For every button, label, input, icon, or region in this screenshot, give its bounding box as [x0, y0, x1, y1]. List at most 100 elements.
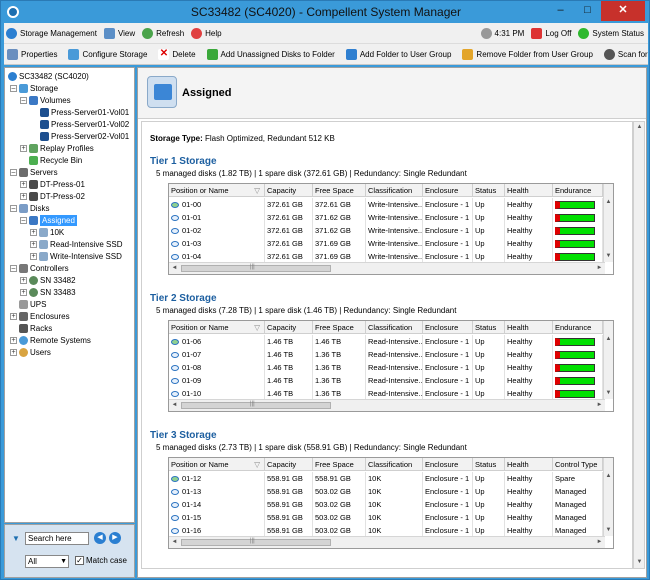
column-header[interactable]: Health [505, 321, 553, 334]
table-row[interactable]: 01-14 558.91 GB 503.02 GB 10K Enclosure - 1 U… [169, 498, 603, 511]
expand-toggle[interactable]: + [20, 193, 27, 200]
scroll-thumb[interactable] [181, 264, 331, 272]
scroll-thumb[interactable] [181, 401, 331, 409]
tree-node-controllers[interactable]: – Controllers [10, 263, 69, 274]
search-previous-icon[interactable]: ◀ [94, 532, 106, 544]
properties-button[interactable]: Properties [7, 48, 57, 60]
expand-toggle[interactable]: + [10, 313, 17, 320]
scroll-down-icon[interactable]: ▼ [635, 558, 644, 567]
table-horizontal-scrollbar[interactable]: ◄► [169, 262, 605, 274]
tree-node-volume[interactable]: Press-Server02-Vol01 [40, 131, 129, 142]
column-header[interactable]: Free Space [313, 321, 366, 334]
table-horizontal-scrollbar[interactable]: ◄► [169, 399, 605, 411]
column-header[interactable]: Free Space [313, 184, 366, 197]
column-header[interactable]: Enclosure [423, 458, 473, 471]
scroll-left-icon[interactable]: ◄ [170, 264, 179, 273]
expand-toggle[interactable]: + [30, 253, 37, 260]
column-header[interactable]: Capacity [265, 321, 313, 334]
tree-node-assigned[interactable]: – Assigned [20, 215, 77, 226]
table-row[interactable]: 01-06 1.46 TB 1.46 TB Read-Intensive... Encl… [169, 335, 603, 348]
scroll-up-icon[interactable]: ▲ [604, 472, 613, 481]
scroll-left-icon[interactable]: ◄ [170, 538, 179, 547]
scan-for-disks-button[interactable]: Scan for Disks [603, 48, 650, 60]
tree-node-racks[interactable]: Racks [19, 323, 52, 334]
table-vertical-scrollbar[interactable]: ▲ ▼ [603, 321, 613, 399]
tree-node-ups[interactable]: UPS [19, 299, 46, 310]
expand-toggle[interactable]: + [10, 349, 17, 356]
tree-node-system[interactable]: SC33482 (SC4020) [8, 71, 89, 82]
remove-folder-user-group-button[interactable]: Remove Folder from User Group [462, 48, 593, 60]
column-header[interactable]: Endurance [553, 184, 603, 197]
main-vertical-scrollbar[interactable]: ▲ ▼ [633, 121, 645, 569]
expand-toggle[interactable]: + [10, 337, 17, 344]
logoff-button[interactable]: Log Off [531, 27, 571, 39]
scroll-right-icon[interactable]: ► [595, 401, 604, 410]
tree-node-remote-systems[interactable]: + Remote Systems [10, 335, 91, 346]
scroll-down-icon[interactable]: ▼ [604, 252, 613, 261]
column-header[interactable]: Free Space [313, 458, 366, 471]
collapse-toggle[interactable]: – [20, 97, 27, 104]
column-header[interactable]: Classification [366, 458, 423, 471]
tree-node-controller[interactable]: + SN 33482 [20, 275, 76, 286]
tree-node-controller[interactable]: + SN 33483 [20, 287, 76, 298]
table-row[interactable]: 01-01 372.61 GB 371.62 GB Write-Intensive..… [169, 211, 603, 224]
tree-node-volumes[interactable]: – Volumes [20, 95, 71, 106]
collapse-toggle[interactable]: – [10, 265, 17, 272]
add-unassigned-disks-button[interactable]: Add Unassigned Disks to Folder [206, 48, 335, 60]
collapse-toggle[interactable]: – [10, 85, 17, 92]
column-header[interactable]: Enclosure [423, 321, 473, 334]
collapse-toggle[interactable]: – [20, 217, 27, 224]
tree-node-enclosures[interactable]: + Enclosures [10, 311, 70, 322]
scroll-thumb[interactable] [181, 538, 331, 546]
tree-node-server[interactable]: + DT-Press-01 [20, 179, 85, 190]
column-header[interactable]: Position or Name ▽ [169, 321, 265, 334]
table-vertical-scrollbar[interactable]: ▲ ▼ [603, 458, 613, 536]
column-header[interactable]: Classification [366, 321, 423, 334]
maximize-button[interactable]: □ [574, 1, 601, 21]
tree-node-disk-class[interactable]: + Write-Intensive SSD [30, 251, 122, 262]
tree-node-storage[interactable]: – Storage [10, 83, 58, 94]
match-case-checkbox[interactable]: ✓ Match case [75, 556, 127, 565]
expand-toggle[interactable]: + [20, 277, 27, 284]
column-header[interactable]: Status [473, 458, 505, 471]
minimize-button[interactable]: – [547, 1, 574, 21]
tree-node-volume[interactable]: Press-Server01-Vol02 [40, 119, 129, 130]
scroll-up-icon[interactable]: ▲ [604, 335, 613, 344]
tree-node-recycle-bin[interactable]: Recycle Bin [29, 155, 82, 166]
table-horizontal-scrollbar[interactable]: ◄► [169, 536, 605, 548]
search-toggle-icon[interactable]: ▼ [12, 534, 20, 543]
table-row[interactable]: 01-08 1.46 TB 1.36 TB Read-Intensive... Encl… [169, 361, 603, 374]
table-vertical-scrollbar[interactable]: ▲ ▼ [603, 184, 613, 262]
column-header[interactable]: Position or Name ▽ [169, 184, 265, 197]
column-header[interactable]: Endurance [553, 321, 603, 334]
menu-view[interactable]: View [103, 27, 135, 39]
add-folder-user-group-button[interactable]: Add Folder to User Group [345, 48, 451, 60]
scroll-right-icon[interactable]: ► [595, 264, 604, 273]
tree-node-replay-profiles[interactable]: + Replay Profiles [20, 143, 94, 154]
column-header[interactable]: Capacity [265, 184, 313, 197]
table-row[interactable]: 01-15 558.91 GB 503.02 GB 10K Enclosure - 1 U… [169, 511, 603, 524]
menu-storage-management[interactable]: Storage Management [6, 27, 97, 39]
tree-node-disks[interactable]: – Disks [10, 203, 50, 214]
scroll-up-icon[interactable]: ▲ [635, 123, 644, 132]
system-status-button[interactable]: System Status [578, 27, 644, 39]
tree-node-users[interactable]: + Users [10, 347, 51, 358]
column-header[interactable]: Health [505, 458, 553, 471]
delete-button[interactable]: ✕ Delete [158, 48, 196, 60]
scroll-down-icon[interactable]: ▼ [604, 389, 613, 398]
table-row[interactable]: 01-13 558.91 GB 503.02 GB 10K Enclosure - 1 U… [169, 485, 603, 498]
collapse-toggle[interactable]: – [10, 205, 17, 212]
column-header[interactable]: Status [473, 184, 505, 197]
search-input[interactable]: Search here [25, 532, 89, 545]
expand-toggle[interactable]: + [20, 289, 27, 296]
table-row[interactable]: 01-00 372.61 GB 372.61 GB Write-Intensive..… [169, 198, 603, 211]
table-row[interactable]: 01-09 1.46 TB 1.36 TB Read-Intensive... Encl… [169, 374, 603, 387]
menu-refresh[interactable]: Refresh [142, 27, 184, 39]
close-button[interactable]: ✕ [601, 1, 645, 21]
column-header[interactable]: Health [505, 184, 553, 197]
scroll-up-icon[interactable]: ▲ [604, 198, 613, 207]
column-header[interactable]: Position or Name ▽ [169, 458, 265, 471]
expand-toggle[interactable]: + [30, 229, 37, 236]
menu-help[interactable]: Help [191, 27, 222, 39]
table-row[interactable]: 01-02 372.61 GB 371.62 GB Write-Intensive..… [169, 224, 603, 237]
